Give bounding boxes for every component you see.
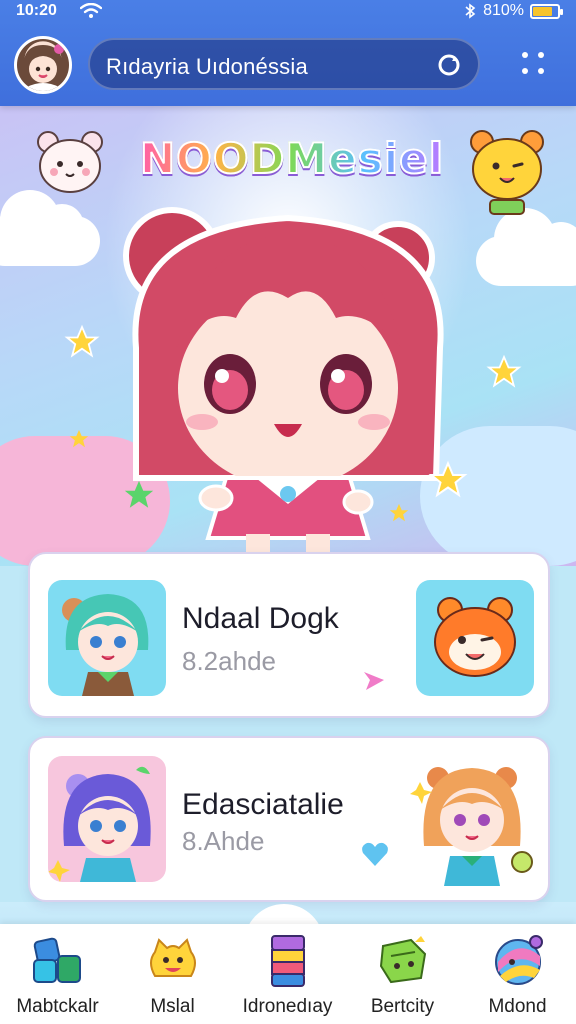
yellow-star-icon bbox=[428, 460, 468, 498]
nav-item-3[interactable]: Idronedıay bbox=[230, 924, 345, 1024]
nav-item-4[interactable]: Bertcity bbox=[345, 924, 460, 1024]
card-title: Edasciatalie bbox=[182, 788, 344, 821]
status-bar: 10:20 810% bbox=[0, 0, 576, 26]
wifi-icon bbox=[80, 3, 102, 18]
bluetooth-icon bbox=[465, 3, 476, 19]
green-star-icon bbox=[124, 480, 154, 508]
battery-level bbox=[533, 6, 553, 16]
status-time: 10:20 bbox=[16, 2, 57, 19]
yellow-star-icon bbox=[69, 429, 89, 448]
nav-label: Mdond bbox=[488, 996, 547, 1017]
cloud-left bbox=[0, 190, 100, 266]
card-thumbnail bbox=[48, 756, 166, 882]
bear-mascot-icon bbox=[37, 131, 103, 193]
bottom-nav: Mabtckalr Mslal Idronedıay Bertcity Mdon… bbox=[0, 924, 576, 1024]
content-card[interactable]: Ndaal Dogk 8.2ahde bbox=[28, 552, 550, 718]
search-text: Rıdayria Uıdonéssia bbox=[106, 54, 308, 79]
nav-label: Mslal bbox=[150, 996, 195, 1017]
battery-percent: 810% bbox=[483, 2, 524, 19]
orange-haired-girl-icon bbox=[410, 767, 533, 886]
yellow-star-icon bbox=[486, 354, 522, 388]
card-subtitle: 8.Ahde bbox=[182, 826, 265, 856]
teal-haired-girl-icon bbox=[62, 594, 149, 696]
card-title: Ndaal Dogk bbox=[182, 602, 339, 635]
avatar-face-icon bbox=[23, 44, 64, 91]
nav-label: Bertcity bbox=[370, 996, 435, 1017]
nav-item-2[interactable]: Mslal bbox=[115, 924, 230, 1024]
yellow-blob-icon bbox=[150, 938, 196, 977]
stacked-blocks-icon bbox=[271, 935, 305, 987]
nav-item-1[interactable]: Mabtckalr bbox=[0, 924, 115, 1024]
card-thumbnail-right bbox=[408, 756, 536, 886]
status-right: 810% bbox=[463, 2, 563, 20]
app-header: 10:20 810% Rıdayria Uıdonéssia bbox=[0, 0, 576, 106]
nav-label: Mabtckalr bbox=[16, 996, 99, 1017]
blocks-icon bbox=[33, 937, 81, 983]
hero-logo-text: NOODMesiel bbox=[139, 133, 444, 184]
cloud-right bbox=[476, 208, 576, 286]
refresh-search-icon[interactable] bbox=[436, 52, 462, 78]
purple-haired-girl-icon bbox=[48, 766, 151, 882]
battery-icon bbox=[530, 3, 563, 19]
blue-heart-icon bbox=[362, 842, 388, 866]
green-block-icon bbox=[379, 936, 427, 984]
search-bar[interactable]: Rıdayria Uıdonéssia bbox=[88, 38, 480, 90]
more-menu-icon[interactable] bbox=[518, 48, 548, 78]
avatar[interactable] bbox=[14, 36, 72, 94]
hero-banner: NOODMesiel bbox=[0, 106, 576, 566]
content-card[interactable]: Edasciatalie 8.Ahde bbox=[28, 736, 550, 902]
card-subtitle: 8.2ahde bbox=[182, 646, 276, 676]
pink-heart-icon bbox=[364, 672, 384, 690]
card-thumbnail bbox=[48, 580, 166, 696]
orange-bear-icon bbox=[434, 597, 516, 677]
yellow-star-icon bbox=[64, 324, 100, 358]
card-thumbnail-right bbox=[416, 580, 534, 696]
nav-label: Idronedıay bbox=[242, 996, 333, 1017]
rainbow-ball-icon bbox=[495, 935, 543, 985]
yellow-star-icon bbox=[389, 503, 409, 522]
main-character-illustration bbox=[123, 207, 444, 558]
nav-item-5[interactable]: Mdond bbox=[460, 924, 575, 1024]
yellow-bear-mascot-icon bbox=[470, 130, 544, 215]
